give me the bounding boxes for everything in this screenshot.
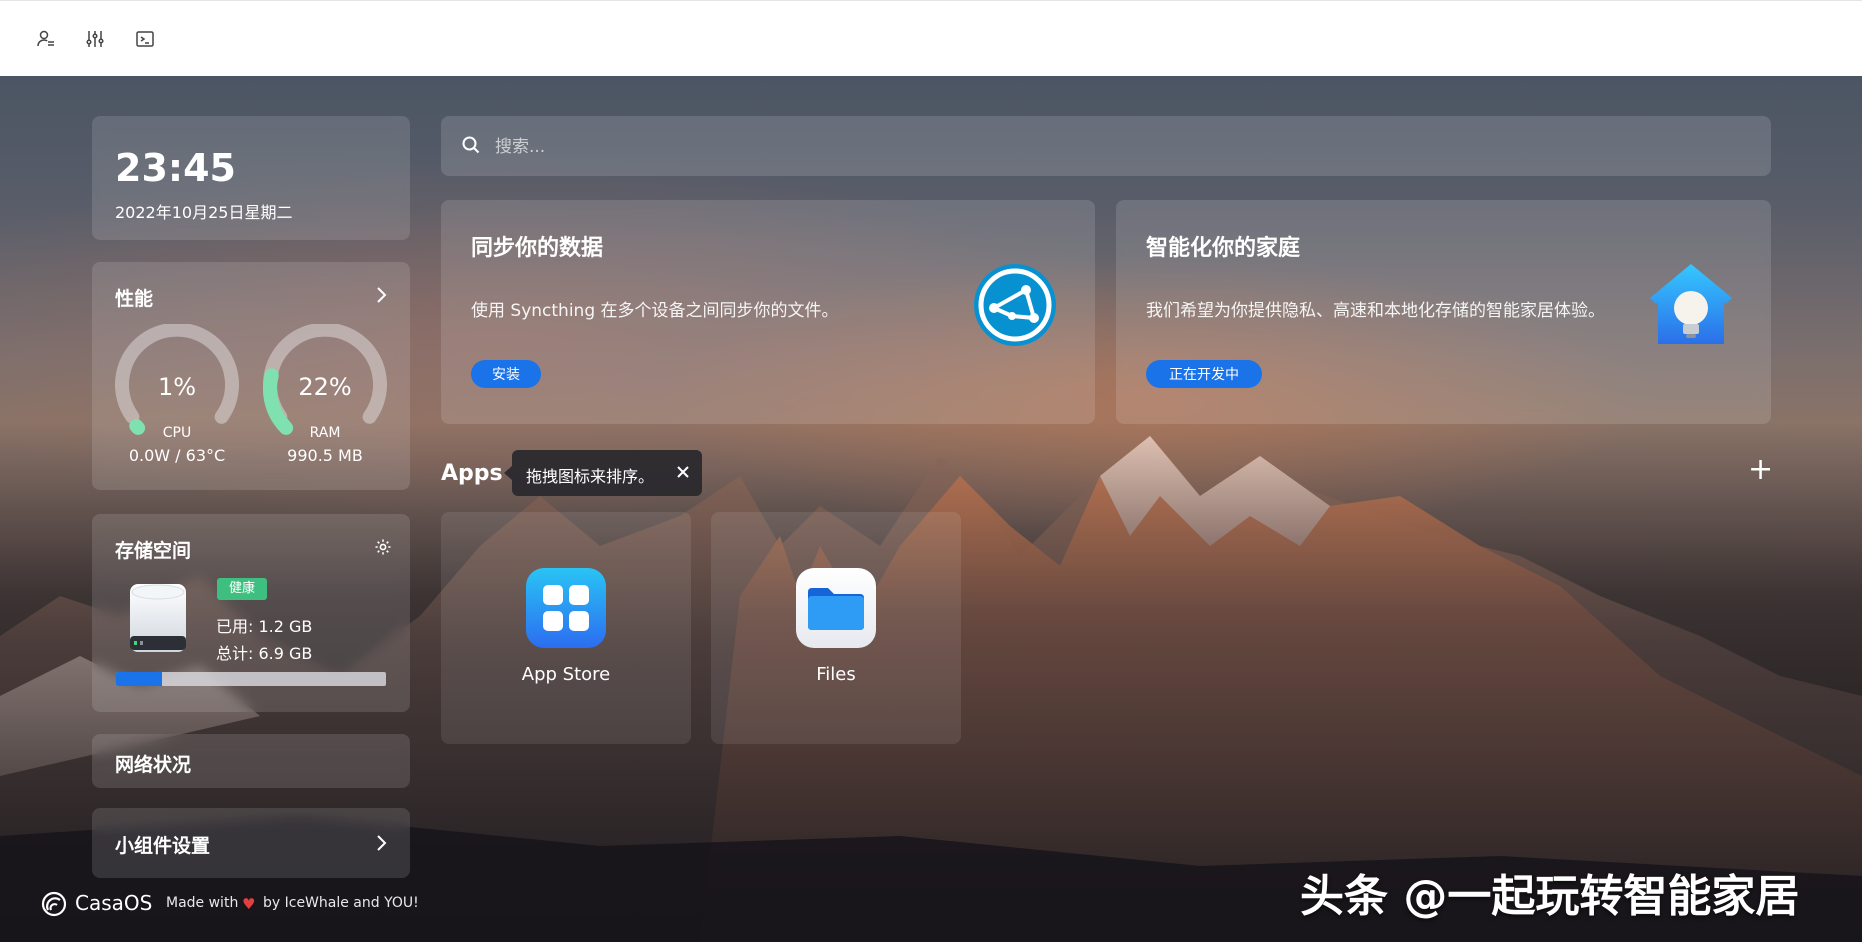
- add-app-button[interactable]: +: [1748, 452, 1773, 487]
- ram-percent: 22%: [298, 373, 352, 401]
- network-title: 网络状况: [115, 754, 192, 776]
- watermark-text: 头条 @一起玩转智能家居: [1300, 871, 1800, 922]
- top-toolbar: [0, 0, 1862, 77]
- storage-used: 已用: 1.2 GB: [216, 617, 313, 636]
- hard-drive-icon: [128, 582, 188, 658]
- search-icon: [461, 135, 481, 159]
- cpu-label: CPU: [162, 425, 192, 441]
- terminal-icon[interactable]: [133, 27, 157, 51]
- footer: CasaOS Made with ♥ by IceWhale and YOU!: [40, 888, 460, 918]
- widget-settings-title: 小组件设置: [115, 835, 211, 857]
- sliders-icon[interactable]: [83, 27, 107, 51]
- app-store-icon: [526, 568, 606, 648]
- made-with-text: Made with: [166, 895, 239, 911]
- search-bar[interactable]: [441, 116, 1771, 176]
- card-title: 智能化你的家庭: [1146, 236, 1301, 261]
- credits-text: by IceWhale and YOU!: [263, 895, 419, 911]
- storage-usage-fill: [116, 672, 162, 686]
- card-description: 我们希望为你提供隐私、高速和本地化存储的智能家居体验。: [1146, 301, 1605, 321]
- app-label: Files: [816, 664, 856, 685]
- casaos-logo-icon: [40, 890, 68, 922]
- card-description: 使用 Syncthing 在多个设备之间同步你的文件。: [471, 301, 839, 321]
- drag-sort-tooltip: 拖拽图标来排序。: [504, 450, 702, 496]
- install-button[interactable]: 安装: [471, 360, 541, 388]
- user-settings-icon[interactable]: [34, 27, 58, 51]
- tooltip-text: 拖拽图标来排序。: [526, 467, 655, 486]
- app-label: App Store: [521, 664, 611, 685]
- folder-icon: [796, 568, 876, 648]
- clock-date: 2022年10月25日星期二: [115, 203, 293, 222]
- app-tile-files[interactable]: Files: [711, 512, 961, 744]
- storage-total: 总计: 6.9 GB: [216, 644, 313, 663]
- app-tile-app-store[interactable]: App Store: [441, 512, 691, 744]
- status-badge: 健康: [217, 578, 267, 600]
- ram-label: RAM: [309, 425, 341, 441]
- syncthing-card: 同步你的数据 使用 Syncthing 在多个设备之间同步你的文件。 安装: [441, 200, 1095, 424]
- gear-icon[interactable]: [374, 538, 392, 560]
- apps-title: Apps: [441, 461, 503, 486]
- smart-home-card: 智能化你的家庭 我们希望为你提供隐私、高速和本地化存储的智能家居体验。 正在开发…: [1116, 200, 1771, 424]
- search-input[interactable]: [493, 130, 1697, 164]
- brand-name[interactable]: CasaOS: [75, 891, 152, 915]
- clock-widget: 23:45 2022年10月25日星期二: [92, 116, 410, 240]
- performance-widget: 性能 1% CPU 0.0W / 63°C 22% RAM 990.5 MB: [92, 262, 410, 490]
- card-title: 同步你的数据: [471, 236, 604, 261]
- smart-bulb-house-icon: [1646, 260, 1736, 354]
- syncthing-icon: [972, 262, 1058, 352]
- chevron-right-icon[interactable]: [374, 286, 388, 308]
- network-widget[interactable]: 网络状况: [92, 734, 410, 788]
- close-icon[interactable]: [675, 464, 691, 484]
- heart-icon: ♥: [242, 895, 256, 913]
- performance-title: 性能: [115, 288, 154, 310]
- cpu-percent: 1%: [157, 373, 197, 401]
- widget-settings-button[interactable]: 小组件设置: [92, 808, 410, 878]
- storage-title: 存储空间: [115, 540, 192, 562]
- ram-detail: 990.5 MB: [287, 446, 363, 465]
- storage-usage-bar: [116, 672, 386, 686]
- clock-time: 23:45: [115, 146, 236, 190]
- in-development-button[interactable]: 正在开发中: [1146, 360, 1262, 388]
- chevron-right-icon[interactable]: [374, 834, 388, 856]
- cpu-detail: 0.0W / 63°C: [128, 446, 226, 465]
